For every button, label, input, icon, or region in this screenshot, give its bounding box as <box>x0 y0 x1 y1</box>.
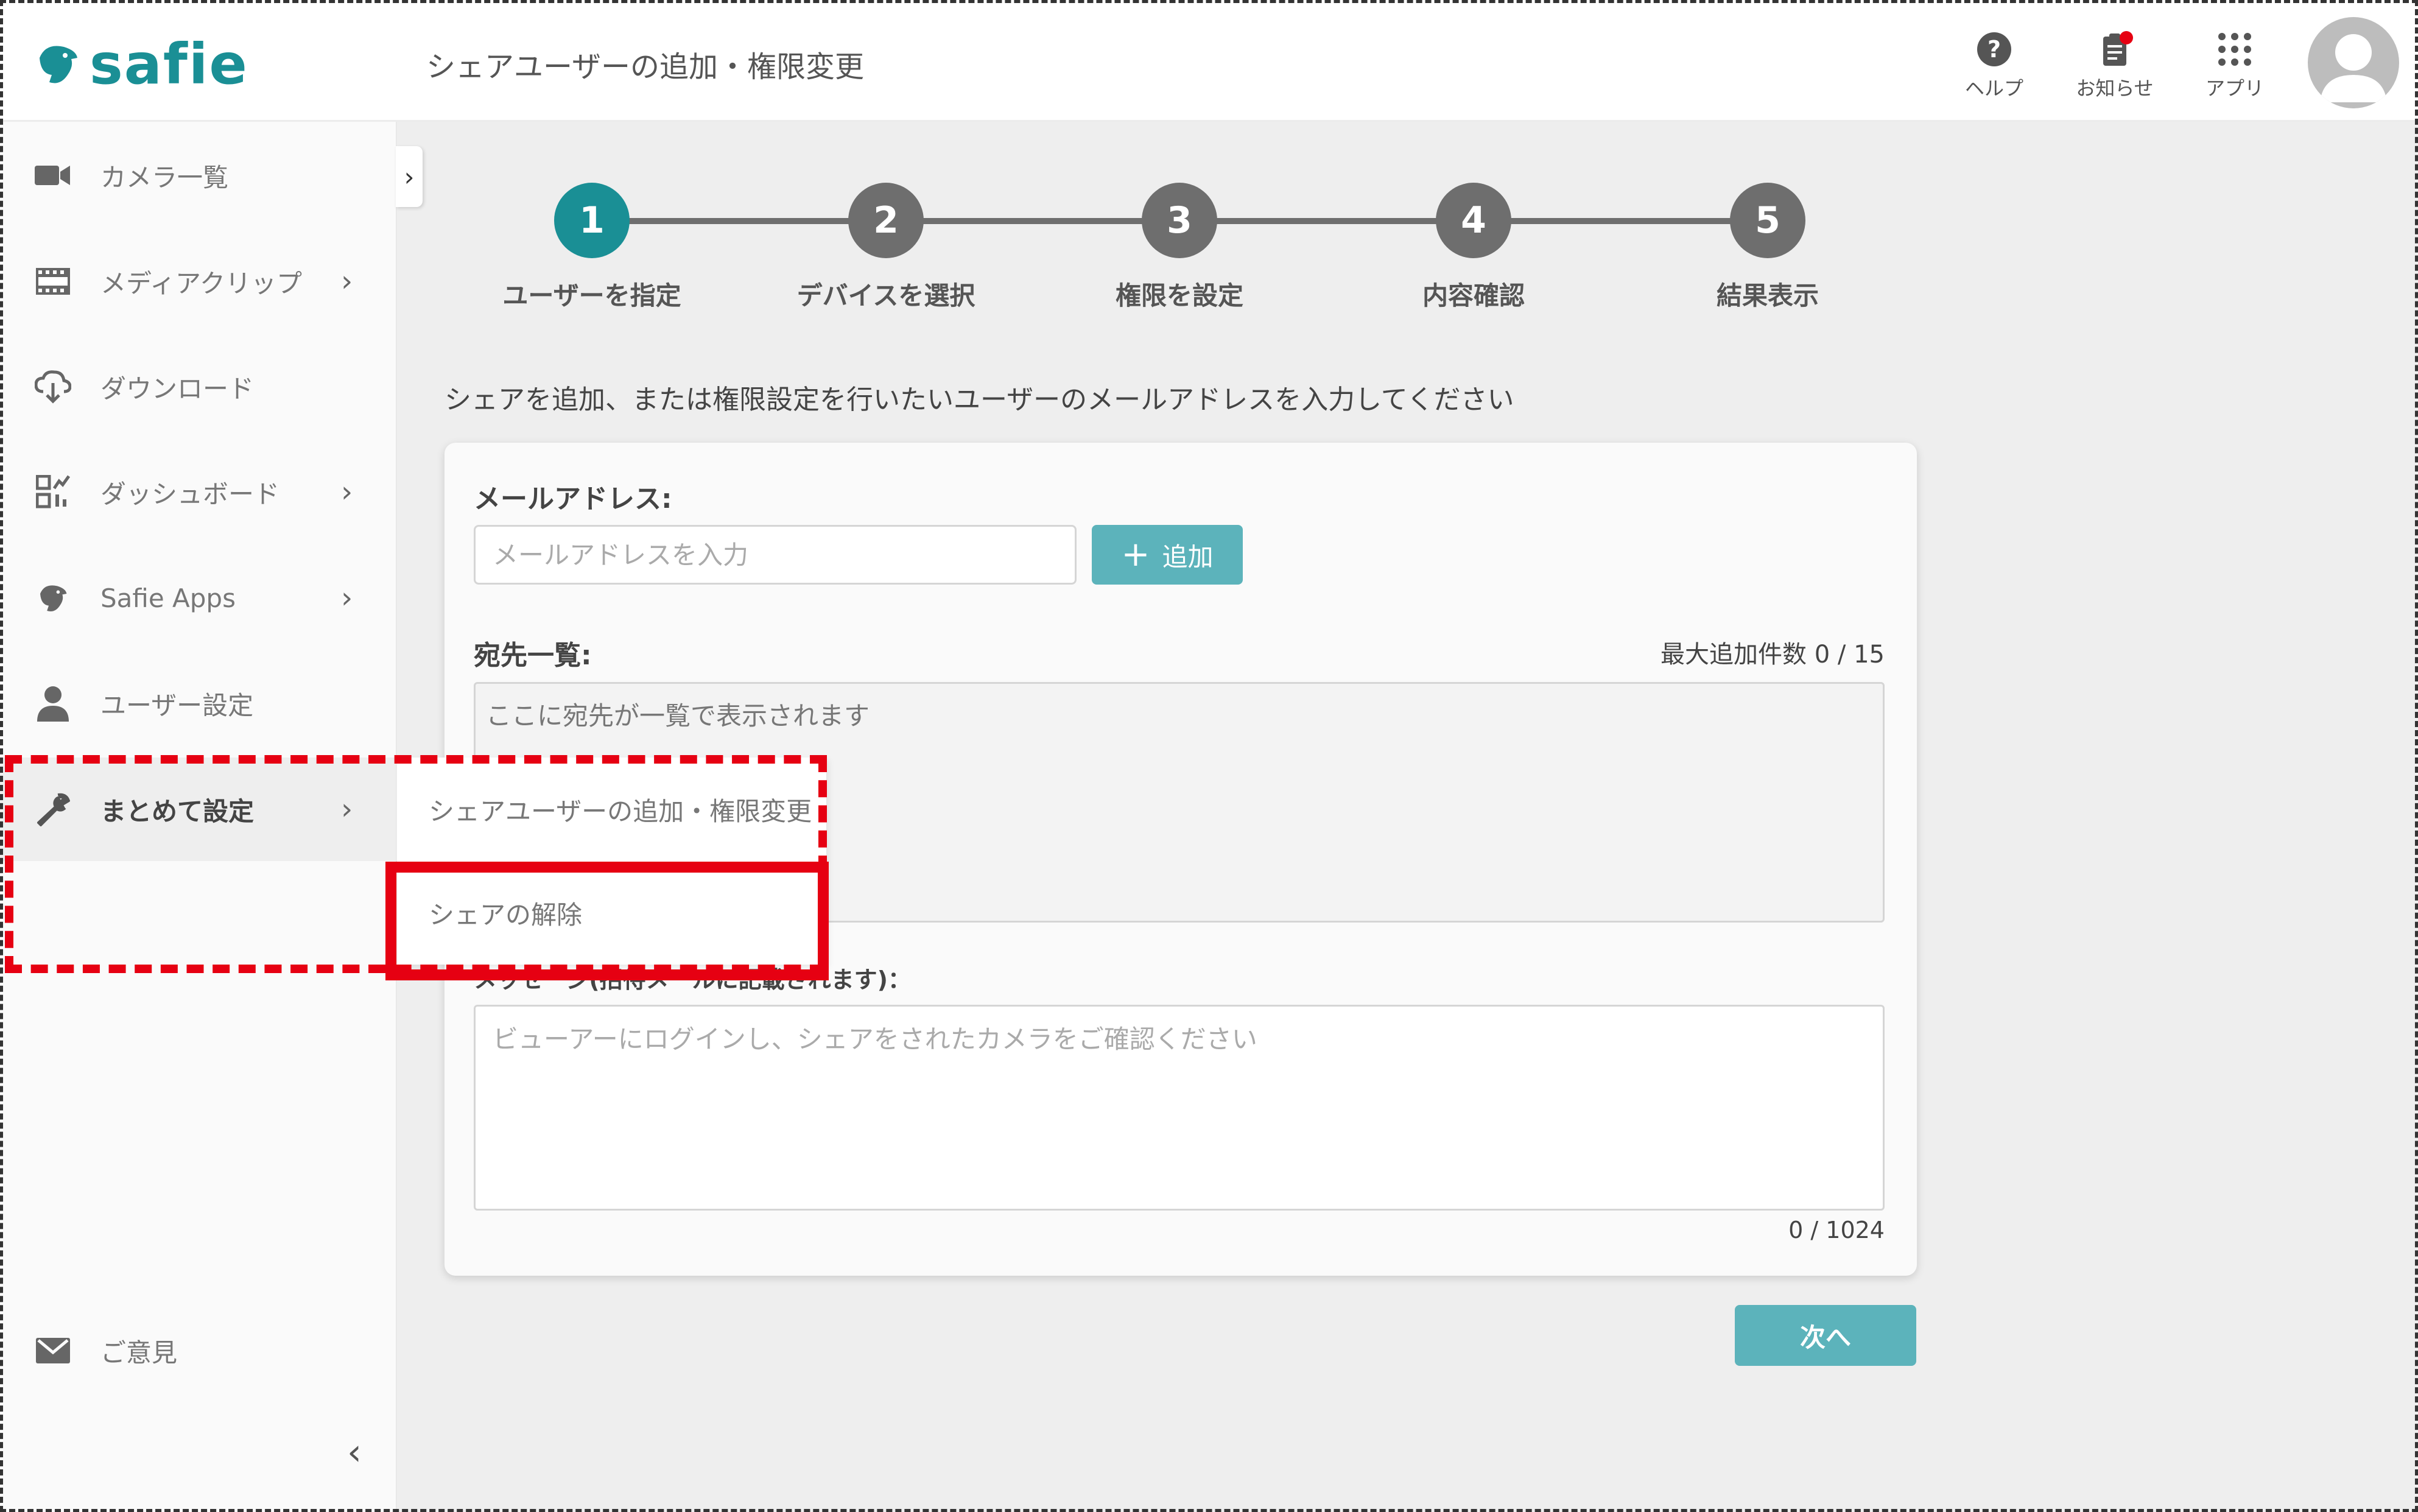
step-3-label: 権限を設定 <box>1115 281 1243 311</box>
sidebar-item-label: Safie Apps <box>100 583 236 613</box>
sidebar-item-download[interactable]: ダウンロード <box>0 335 397 438</box>
step-1-circle: 1 <box>554 183 630 258</box>
step-3-circle: 3 <box>1142 183 1217 258</box>
page-title: シェアユーザーの追加・権限変更 <box>426 50 865 84</box>
film-icon <box>33 262 72 301</box>
max-count-text: 最大追加件数 0 / 15 <box>1661 641 1885 669</box>
step-5-circle: 5 <box>1730 183 1805 258</box>
sidebar-item-media-clip[interactable]: メディアクリップ › <box>0 230 397 333</box>
apps-button[interactable]: アプリ <box>2192 30 2277 101</box>
sidebar-item-label: ダッシュボード <box>100 479 280 509</box>
safie-logo[interactable]: safie <box>33 31 248 97</box>
help-button[interactable]: ? ヘルプ <box>1952 30 2037 101</box>
destination-list-label: 宛先一覧: <box>474 640 592 671</box>
sidebar-item-dashboard[interactable]: ダッシュボード › <box>0 440 397 544</box>
apps-label: アプリ <box>2205 77 2264 100</box>
step-4-circle: 4 <box>1436 183 1511 258</box>
chevron-right-icon: › <box>341 264 353 298</box>
message-textarea[interactable] <box>474 1005 1885 1211</box>
help-label: ヘルプ <box>1964 77 2023 100</box>
chevron-left-icon: ‹ <box>347 1431 362 1474</box>
sidebar-item-camera-list[interactable]: カメラ一覧 <box>0 124 397 227</box>
help-icon: ? <box>1977 32 2011 66</box>
char-count: 0 / 1024 <box>1788 1217 1885 1243</box>
step-4-label: 内容確認 <box>1422 281 1525 311</box>
svg-text:?: ? <box>1987 36 2001 63</box>
step-1-label: ユーザーを指定 <box>502 281 681 311</box>
chevron-right-icon: › <box>341 792 353 826</box>
sidebar-item-label: ご意見 <box>100 1337 178 1368</box>
sidebar-item-label: ダウンロード <box>100 373 255 404</box>
sidebar-item-bulk-settings[interactable]: まとめて設定 › <box>0 758 397 861</box>
chevron-right-icon: › <box>341 581 353 615</box>
add-email-button[interactable]: + 追加 <box>1092 525 1243 585</box>
avatar[interactable] <box>2308 17 2399 108</box>
apps-grid-icon <box>2218 33 2251 66</box>
dashboard-icon <box>33 473 72 512</box>
sidebar-item-label: カメラ一覧 <box>100 162 229 192</box>
step-2-circle: 2 <box>848 183 924 258</box>
camera-icon <box>33 156 72 195</box>
collapse-sidebar-button[interactable]: ‹ <box>347 1431 362 1474</box>
safie-bird-icon <box>40 46 77 83</box>
submenu-item-share-add[interactable]: シェアユーザーの追加・権限変更 <box>397 758 826 861</box>
bulk-settings-submenu: シェアユーザーの追加・権限変更 シェアの解除 <box>397 758 826 965</box>
submenu-item-share-remove[interactable]: シェアの解除 <box>397 861 826 965</box>
user-avatar-icon <box>2320 34 2387 102</box>
wrench-icon <box>33 790 72 829</box>
logo-text: safie <box>90 31 248 97</box>
mail-icon <box>33 1331 72 1370</box>
instruction-text: シェアを追加、または権限設定を行いたいユーザーのメールアドレスを入力してください <box>445 384 1514 415</box>
safie-bird-icon <box>33 578 72 617</box>
step-5-label: 結果表示 <box>1716 281 1819 311</box>
chevron-right-icon: › <box>341 475 353 509</box>
email-label: メールアドレス: <box>474 483 672 515</box>
sidebar-item-feedback[interactable]: ご意見 <box>0 1299 397 1402</box>
sidebar-item-label: メディアクリップ <box>100 268 302 298</box>
person-icon <box>33 684 72 723</box>
sidebar-item-label: まとめて設定 <box>100 796 255 826</box>
email-input[interactable] <box>474 525 1077 585</box>
chevron-right-icon: › <box>404 161 415 192</box>
sidebar-item-user-settings[interactable]: ユーザー設定 <box>0 652 397 755</box>
plus-icon: + <box>1121 535 1150 574</box>
sidebar-item-label: ユーザー設定 <box>100 690 254 720</box>
next-button[interactable]: 次へ <box>1735 1305 1916 1366</box>
app-header: safie シェアユーザーの追加・権限変更 ? ヘルプ お知らせ アプリ <box>0 0 2418 122</box>
add-button-label: 追加 <box>1162 541 1214 572</box>
notice-label: お知らせ <box>2076 77 2154 100</box>
message-label: メッセージ(招待メールに記載されます)： <box>474 966 911 993</box>
notice-button[interactable]: お知らせ <box>2072 30 2157 101</box>
notice-clipboard-icon <box>2103 31 2133 66</box>
step-2-label: デバイスを選択 <box>796 281 975 311</box>
destination-placeholder: ここに宛先が一覧で表示されます <box>486 701 870 731</box>
cloud-download-icon <box>33 367 72 406</box>
sidebar-item-safie-apps[interactable]: Safie Apps › <box>0 546 397 650</box>
expand-sidebar-tab[interactable]: › <box>396 146 423 207</box>
